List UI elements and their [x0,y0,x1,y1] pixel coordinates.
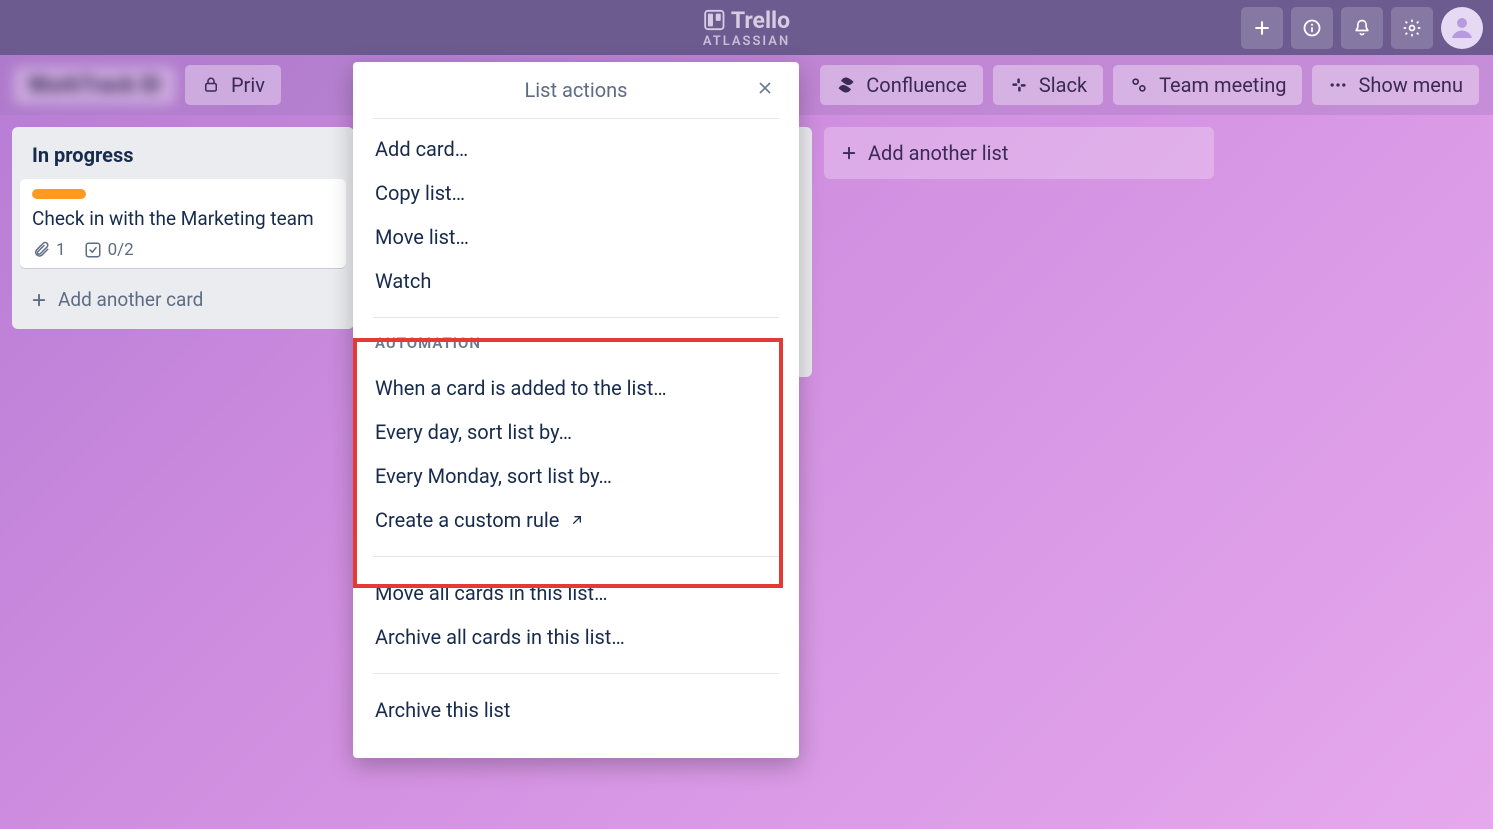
gears-icon [1129,75,1149,95]
slack-button[interactable]: Slack [993,65,1103,105]
list-actions-popover: List actions Add card… Copy list… Move l… [353,62,799,758]
checklist-count: 0/2 [108,240,134,260]
team-meeting-label: Team meeting [1159,73,1286,97]
checklist-icon [84,241,102,259]
team-meeting-button[interactable]: Team meeting [1113,65,1302,105]
trello-logo-icon [703,9,725,31]
show-menu-button[interactable]: Show menu [1312,65,1479,105]
menu-auto-every-monday-sort[interactable]: Every Monday, sort list by… [373,454,779,498]
menu-auto-when-card-added[interactable]: When a card is added to the list… [373,366,779,410]
slack-label: Slack [1039,73,1087,97]
popover-close-button[interactable] [751,74,779,102]
lock-icon [201,75,221,95]
menu-add-card[interactable]: Add card… [373,127,779,171]
menu-copy-list[interactable]: Copy list… [373,171,779,215]
info-button[interactable] [1291,7,1333,49]
board-title[interactable]: WorkTrack ID [14,67,175,104]
create-button[interactable] [1241,7,1283,49]
brand-title: Trello [731,7,790,34]
board-privacy-button[interactable]: Priv [185,65,281,105]
divider [373,317,779,318]
attachment-count: 1 [56,240,66,260]
plus-icon [30,291,48,309]
ellipsis-icon [1328,75,1348,95]
plus-icon [840,144,858,162]
attachment-badge: 1 [32,240,66,260]
card-title: Check in with the Marketing team [32,207,334,230]
close-icon [756,79,774,97]
menu-archive-this-list[interactable]: Archive this list [373,688,779,732]
divider [373,673,779,674]
list-title[interactable]: In progress [20,139,346,179]
add-another-card-label: Add another card [58,288,203,311]
menu-move-list[interactable]: Move list… [373,215,779,259]
popover-header: List actions [373,62,779,119]
menu-auto-every-day-sort[interactable]: Every day, sort list by… [373,410,779,454]
menu-move-all-cards[interactable]: Move all cards in this list… [373,571,779,615]
paperclip-icon [32,241,50,259]
add-another-card-button[interactable]: Add another card [20,278,346,321]
user-avatar[interactable] [1441,7,1483,49]
confluence-button[interactable]: Confluence [820,65,983,105]
card-badges: 1 0/2 [32,240,334,260]
menu-auto-custom-rule[interactable]: Create a custom rule [373,498,779,542]
card-marketing-checkin[interactable]: Check in with the Marketing team 1 0/2 [20,179,346,268]
external-link-icon [569,512,585,528]
top-header: Trello ATLASSIAN [0,0,1493,55]
confluence-icon [836,75,856,95]
divider [373,556,779,557]
list-in-progress: In progress Check in with the Marketing … [12,127,354,329]
popover-title: List actions [525,78,628,102]
checklist-badge: 0/2 [84,240,134,260]
notifications-button[interactable] [1341,7,1383,49]
slack-icon [1009,75,1029,95]
confluence-label: Confluence [866,73,967,97]
card-label-orange[interactable] [32,189,86,199]
add-another-list-label: Add another list [868,141,1008,165]
settings-button[interactable] [1391,7,1433,49]
add-another-list-button[interactable]: Add another list [824,127,1214,179]
brand-subtitle: ATLASSIAN [703,34,790,49]
brand: Trello ATLASSIAN [703,7,790,49]
board-privacy-label: Priv [231,73,265,97]
automation-heading: AUTOMATION [373,324,779,358]
menu-auto-custom-rule-label: Create a custom rule [375,508,559,532]
menu-archive-all-cards[interactable]: Archive all cards in this list… [373,615,779,659]
show-menu-label: Show menu [1358,73,1463,97]
menu-watch[interactable]: Watch [373,259,779,303]
